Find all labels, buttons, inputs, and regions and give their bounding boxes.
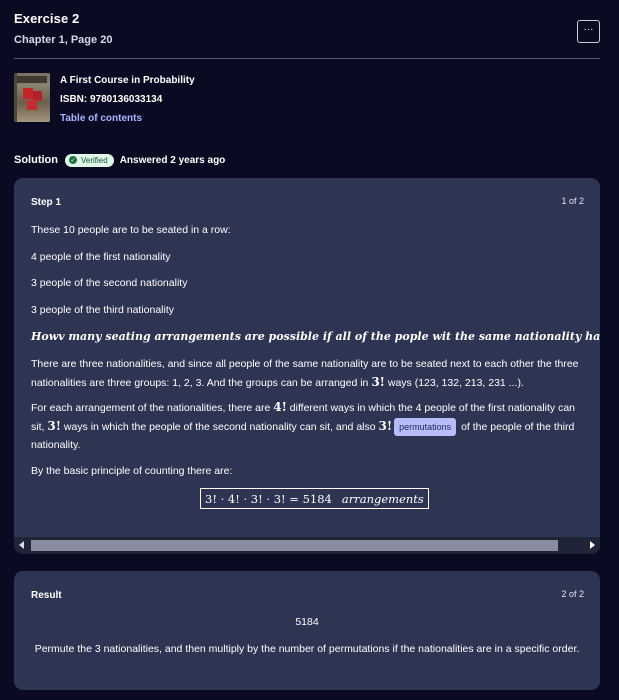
permutations-term-chip[interactable]: permutations (394, 418, 457, 436)
verified-label: Verified (81, 155, 108, 165)
step-counter: 1 of 2 (561, 196, 584, 206)
book-isbn: ISBN: 9780136033134 (60, 94, 163, 105)
step-1-card: Step 1 1 of 2 These 10 people are to be … (14, 178, 600, 554)
solution-row: Solution ✓ Verified Answered 2 years ago (14, 153, 225, 167)
group-item: 3 people of the third nationality (31, 304, 175, 316)
result-formula: 3! · 4! · 3! · 3! = 5184 arrangements (200, 488, 429, 509)
more-options-button[interactable]: ··· (577, 20, 600, 43)
group-item: 3 people of the second nationality (31, 277, 188, 289)
page-title: Exercise 2 (14, 11, 80, 26)
scrollbar-thumb[interactable] (31, 540, 558, 551)
scroll-left-arrow-icon[interactable] (19, 541, 24, 549)
paragraph-counting: By the basic principle of counting there… (31, 465, 233, 477)
group-item: 4 people of the first nationality (31, 251, 171, 263)
horizontal-scrollbar[interactable] (14, 537, 600, 554)
question-statement: Howv many seating arrangements are possi… (31, 330, 600, 343)
solution-label: Solution (14, 154, 58, 166)
table-of-contents-link[interactable]: Table of contents (60, 113, 142, 124)
chapter-subtitle: Chapter 1, Page 20 (14, 34, 113, 46)
verified-badge: ✓ Verified (65, 153, 114, 167)
step-intro: These 10 people are to be seated in a ro… (31, 224, 231, 236)
result-counter: 2 of 2 (561, 589, 584, 599)
step-label: Step 1 (31, 197, 62, 208)
book-title[interactable]: A First Course in Probability (60, 75, 195, 86)
exercise-header: Exercise 2 Chapter 1, Page 20 ··· (14, 11, 600, 59)
result-label: Result (31, 590, 62, 601)
book-cover-image[interactable] (14, 73, 50, 122)
answered-time: Answered 2 years ago (119, 154, 226, 166)
header-divider (14, 58, 600, 59)
paragraph-arrangements: For each arrangement of the nationalitie… (31, 400, 575, 451)
book-info: A First Course in Probability ISBN: 9780… (14, 73, 414, 125)
scroll-right-arrow-icon[interactable] (590, 541, 595, 549)
check-icon: ✓ (69, 156, 77, 164)
result-card: Result 2 of 2 5184 Permute the 3 nationa… (14, 571, 600, 690)
result-value: 5184 (295, 616, 319, 628)
paragraph-groups: There are three nationalities, and since… (31, 358, 579, 389)
result-explanation: Permute the 3 nationalities, and then mu… (34, 643, 580, 655)
